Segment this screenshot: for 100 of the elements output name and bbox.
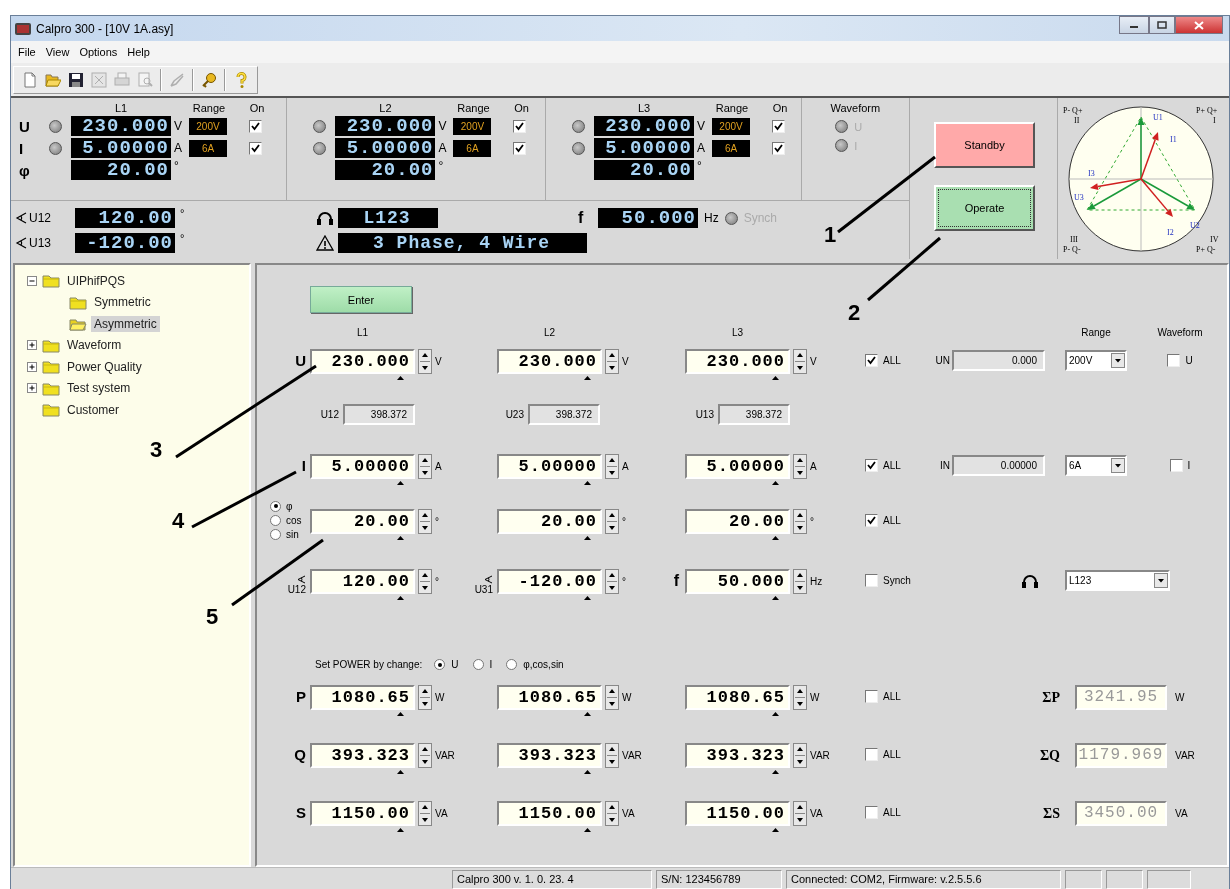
menu-item[interactable]: View [40, 46, 75, 58]
spin-control[interactable] [605, 454, 619, 479]
spin-control[interactable] [418, 569, 432, 594]
on-checkbox[interactable] [249, 141, 262, 155]
number-field[interactable]: 5.00000 [310, 454, 415, 479]
on-checkbox[interactable] [772, 141, 786, 155]
sum-label: ΣQ [1038, 747, 1061, 764]
spin-control[interactable] [793, 743, 807, 768]
command-button[interactable]: Operate [934, 185, 1035, 231]
tree-item[interactable]: Waveform [64, 337, 125, 354]
unit-label: ° [435, 576, 439, 587]
number-field[interactable]: 5.00000 [497, 454, 602, 479]
maximize-button[interactable] [1149, 16, 1175, 34]
checkbox[interactable] [865, 690, 878, 703]
checkbox[interactable] [865, 354, 878, 367]
number-field[interactable]: 230.000 [685, 349, 790, 374]
number-field[interactable]: 1150.00 [310, 801, 415, 826]
number-field[interactable]: 20.00 [497, 509, 602, 534]
expand-icon[interactable] [27, 383, 37, 394]
number-field[interactable]: 50.000 [685, 569, 790, 594]
checkbox-label: ALL [883, 515, 901, 526]
on-checkbox[interactable] [513, 119, 527, 133]
tree-item[interactable]: UIPhifPQS [64, 272, 129, 289]
number-field[interactable]: 1150.00 [497, 801, 602, 826]
key-icon[interactable] [201, 71, 217, 88]
spin-control[interactable] [418, 349, 432, 374]
tree-item[interactable]: Symmetric [91, 294, 154, 311]
row-label: φ [18, 161, 31, 179]
number-field[interactable]: 1080.65 [497, 685, 602, 710]
on-checkbox[interactable] [772, 119, 786, 133]
number-field[interactable]: 393.323 [310, 743, 415, 768]
number-field[interactable]: 393.323 [685, 743, 790, 768]
command-button[interactable]: Standby [934, 122, 1035, 168]
number-field[interactable]: 230.000 [310, 349, 415, 374]
number-field[interactable]: 120.00 [310, 569, 415, 594]
checkbox[interactable] [865, 806, 878, 819]
radio-button[interactable] [270, 528, 281, 540]
number-field[interactable]: 1080.65 [685, 685, 790, 710]
spin-control[interactable] [605, 801, 619, 826]
spin-control[interactable] [418, 454, 432, 479]
close-button[interactable] [1175, 16, 1223, 34]
number-field[interactable]: 1080.65 [310, 685, 415, 710]
number-field[interactable]: -120.00 [497, 569, 602, 594]
menu-item[interactable]: File [13, 46, 41, 58]
radio-button[interactable] [506, 659, 518, 670]
minimize-button[interactable] [1119, 16, 1149, 34]
spin-control[interactable] [418, 801, 432, 826]
spin-control[interactable] [418, 685, 432, 710]
checkbox[interactable] [865, 459, 878, 472]
radio-button[interactable] [434, 659, 446, 670]
tree-item[interactable]: Customer [64, 401, 122, 418]
spin-control[interactable] [605, 569, 619, 594]
expand-icon[interactable] [27, 340, 37, 351]
spin-control[interactable] [793, 569, 807, 594]
channel-dropdown[interactable]: L123 [1065, 570, 1170, 591]
on-checkbox[interactable] [513, 141, 527, 155]
new-file-icon[interactable] [22, 71, 38, 88]
checkbox[interactable] [865, 514, 878, 527]
spin-control[interactable] [605, 743, 619, 768]
range-dropdown[interactable]: 200V [1065, 350, 1127, 371]
tree-item[interactable]: Test system [64, 380, 134, 397]
menu-item[interactable]: Help [122, 46, 155, 58]
app-icon [15, 22, 31, 35]
radio-button[interactable] [270, 500, 281, 512]
close-icon[interactable] [1194, 20, 1204, 30]
spin-control[interactable] [418, 509, 432, 534]
checkbox[interactable] [865, 574, 878, 587]
range-dropdown[interactable]: 6A [1065, 455, 1127, 476]
spin-control[interactable] [793, 509, 807, 534]
number-field[interactable]: 393.323 [497, 743, 602, 768]
radio-button[interactable] [472, 659, 484, 670]
enter-button[interactable]: Enter [310, 286, 412, 313]
spin-control[interactable] [793, 349, 807, 374]
open-folder-icon[interactable] [45, 71, 61, 88]
radio-button[interactable] [270, 514, 281, 526]
number-field[interactable]: 5.00000 [685, 454, 790, 479]
checkbox[interactable] [1169, 459, 1183, 472]
collapse-icon[interactable] [27, 275, 37, 286]
on-checkbox[interactable] [249, 119, 262, 133]
save-icon[interactable] [68, 71, 84, 88]
spin-control[interactable] [418, 743, 432, 768]
menu-item[interactable]: Options [74, 46, 123, 58]
spin-control[interactable] [793, 801, 807, 826]
spin-control[interactable] [793, 685, 807, 710]
number-field[interactable]: 20.00 [310, 509, 415, 534]
number-field[interactable]: 20.00 [685, 509, 790, 534]
spin-control[interactable] [605, 509, 619, 534]
tree-item[interactable]: Power Quality [64, 358, 145, 375]
number-field[interactable]: 1150.00 [685, 801, 790, 826]
neutral-field: 0.000 [952, 350, 1045, 371]
checkbox[interactable] [1167, 354, 1181, 367]
spin-control[interactable] [605, 685, 619, 710]
tree-item[interactable]: Asymmetric [91, 315, 160, 332]
spin-control[interactable] [793, 454, 807, 479]
maximize-icon[interactable] [1157, 21, 1167, 29]
column-header: Range [457, 101, 490, 114]
checkbox[interactable] [865, 748, 878, 761]
number-field[interactable]: 230.000 [497, 349, 602, 374]
expand-icon[interactable] [27, 361, 37, 372]
spin-control[interactable] [605, 349, 619, 374]
